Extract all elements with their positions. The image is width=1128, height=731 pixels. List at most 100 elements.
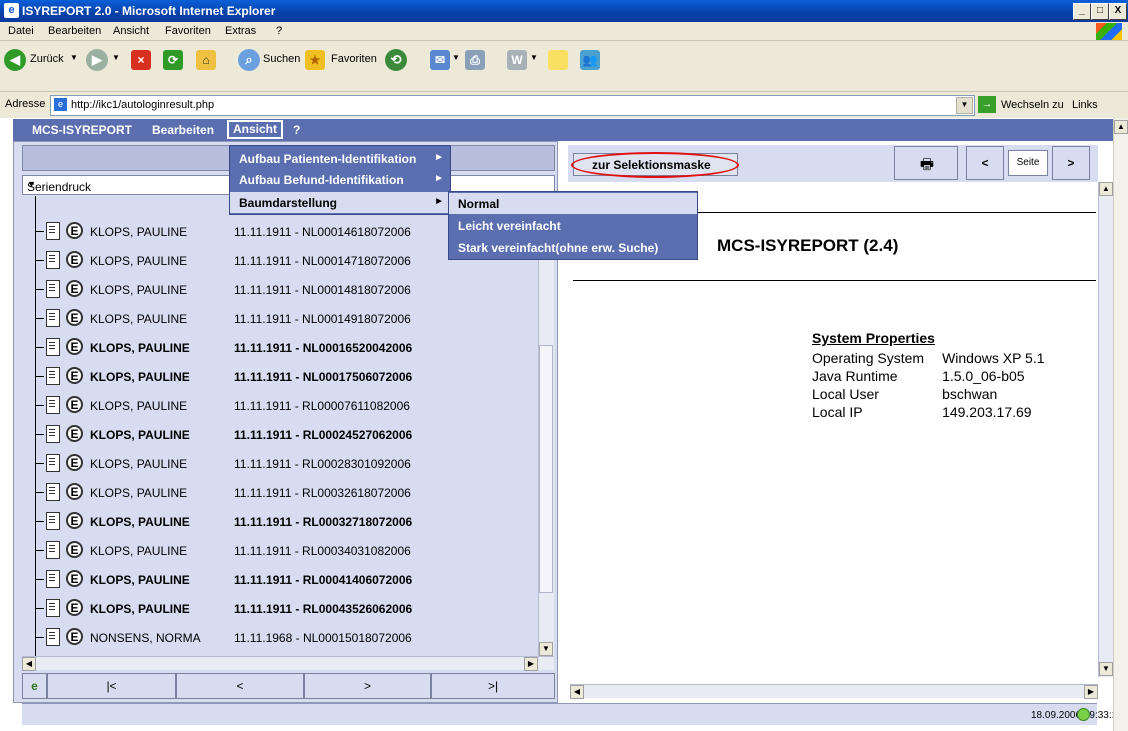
report-id[interactable]: 11.11.1911 - RL00024527062006 [234, 428, 412, 442]
status-e-icon[interactable]: E [66, 309, 83, 326]
first-record-button[interactable]: |< [47, 673, 176, 699]
document-icon[interactable] [46, 396, 60, 414]
tree-row[interactable]: E KLOPS, PAULINE 11.11.1911 - NL0001491807… [22, 307, 538, 331]
tree-row[interactable]: E KLOPS, PAULINE 11.11.1911 - NL0001652004… [22, 336, 538, 360]
menu-bearbeiten[interactable]: Bearbeiten [48, 25, 101, 37]
left-horizontal-scrollbar[interactable]: ◀ ▶ [22, 656, 554, 671]
status-e-icon[interactable]: E [66, 251, 83, 268]
status-e-icon[interactable]: E [66, 483, 83, 500]
refresh-icon[interactable]: ⟳ [163, 50, 183, 70]
report-id[interactable]: 11.11.1968 - NL00015018072006 [234, 631, 412, 645]
patient-name[interactable]: KLOPS, PAULINE [90, 283, 187, 297]
address-input[interactable]: e http://ikc1/autologinresult.php ▼ [50, 95, 975, 116]
menu-item-patient-identification[interactable]: Aufbau Patienten-Identifikation ► [230, 148, 450, 169]
patient-name[interactable]: KLOPS, PAULINE [90, 573, 190, 587]
document-icon[interactable] [46, 599, 60, 617]
document-icon[interactable] [46, 541, 60, 559]
patient-name[interactable]: KLOPS, PAULINE [90, 312, 187, 326]
status-e-icon[interactable]: E [66, 570, 83, 587]
report-id[interactable]: 11.11.1911 - NL00014618072006 [234, 225, 411, 239]
patient-name[interactable]: KLOPS, PAULINE [90, 341, 190, 355]
document-icon[interactable] [46, 367, 60, 385]
links-button[interactable]: Links [1072, 99, 1098, 111]
patient-name[interactable]: KLOPS, PAULINE [90, 544, 187, 558]
forward-arrow-icon[interactable]: ▶ [86, 49, 108, 71]
left-scroll-thumb[interactable] [539, 345, 553, 593]
right-vertical-scrollbar[interactable]: ▲ ▼ [1098, 182, 1113, 677]
report-id[interactable]: 11.11.1911 - RL00032718072006 [234, 515, 412, 529]
history-icon[interactable]: ⟲ [385, 49, 407, 71]
tree-row[interactable]: E KLOPS, PAULINE 11.11.1911 - RL0004140607… [22, 568, 538, 592]
scroll-right-arrow-icon[interactable]: ▶ [1084, 685, 1098, 699]
go-arrow-icon[interactable]: → [978, 96, 996, 113]
report-id[interactable]: 11.11.1911 - RL00041406072006 [234, 573, 412, 587]
back-arrow-icon[interactable]: ◀ [4, 49, 26, 71]
messenger-icon[interactable]: 👥 [580, 50, 600, 70]
document-icon[interactable] [46, 425, 60, 443]
address-dropdown-icon[interactable]: ▼ [956, 97, 973, 114]
maximize-button[interactable]: □ [1091, 3, 1109, 20]
scroll-up-arrow-icon[interactable]: ▲ [1114, 120, 1128, 134]
scroll-down-arrow-icon[interactable]: ▼ [1099, 662, 1113, 676]
document-icon[interactable] [46, 483, 60, 501]
edit-dropdown-icon[interactable]: ▼ [530, 53, 538, 62]
tree-row[interactable]: E KLOPS, PAULINE 11.11.1911 - NL0001750607… [22, 365, 538, 389]
status-e-icon[interactable]: E [66, 425, 83, 442]
edit-word-icon[interactable]: W [507, 50, 527, 70]
status-e-icon[interactable]: E [66, 599, 83, 616]
tree-row[interactable]: E KLOPS, PAULINE 11.11.1911 - RL0004352606… [22, 597, 538, 621]
right-horizontal-scrollbar[interactable]: ◀ ▶ [570, 684, 1098, 699]
refresh-small-icon[interactable]: e [22, 673, 47, 699]
patient-name[interactable]: KLOPS, PAULINE [90, 457, 187, 471]
search-icon[interactable]: ⌕ [238, 49, 260, 71]
report-id[interactable]: 11.11.1911 - NL00014918072006 [234, 312, 411, 326]
go-button[interactable]: Wechseln zu [1001, 99, 1064, 111]
menu-item-tree-view[interactable]: Baumdarstellung ► [230, 192, 450, 213]
next-record-button[interactable]: > [304, 673, 431, 699]
home-icon[interactable]: ⌂ [196, 50, 216, 70]
report-id[interactable]: 11.11.1911 - RL00034031082006 [234, 544, 411, 558]
report-id[interactable]: 11.11.1911 - RL00007611082006 [234, 399, 410, 413]
report-id[interactable]: 11.11.1911 - NL00016520042006 [234, 341, 412, 355]
tree-row[interactable]: E KLOPS, PAULINE 11.11.1911 - RL0002452706… [22, 423, 538, 447]
back-button[interactable]: Zurück [30, 53, 64, 65]
tree-row[interactable]: E KLOPS, PAULINE 11.11.1911 - RL0000761108… [22, 394, 538, 418]
status-e-icon[interactable]: E [66, 541, 83, 558]
mail-dropdown-icon[interactable]: ▼ [452, 53, 460, 62]
report-id[interactable]: 11.11.1911 - NL00017506072006 [234, 370, 412, 384]
app-menu-edit[interactable]: Bearbeiten [152, 123, 214, 137]
menu-ansicht[interactable]: Ansicht [113, 25, 149, 37]
document-icon[interactable] [46, 280, 60, 298]
document-icon[interactable] [46, 338, 60, 356]
document-icon[interactable] [46, 309, 60, 327]
scroll-up-arrow-icon[interactable]: ▲ [1099, 182, 1113, 196]
tree-row[interactable]: E KLOPS, PAULINE 11.11.1911 - NL0001481807… [22, 278, 538, 302]
document-icon[interactable] [46, 628, 60, 646]
patient-name[interactable]: KLOPS, PAULINE [90, 225, 187, 239]
document-icon[interactable] [46, 570, 60, 588]
tree-row[interactable]: E KLOPS, PAULINE 11.11.1911 - RL0003261807… [22, 481, 538, 505]
document-icon[interactable] [46, 512, 60, 530]
stop-icon[interactable]: × [131, 50, 151, 70]
last-record-button[interactable]: >| [431, 673, 555, 699]
document-icon[interactable] [46, 222, 60, 240]
tree-row[interactable]: E KLOPS, PAULINE 11.11.1911 - RL0003271807… [22, 510, 538, 534]
scroll-right-arrow-icon[interactable]: ▶ [524, 657, 538, 671]
search-button[interactable]: Suchen [263, 53, 300, 65]
print-button[interactable]: 🖶 [894, 146, 958, 180]
folder-icon[interactable] [548, 50, 568, 70]
submenu-item-normal[interactable]: Normal [449, 193, 697, 214]
report-id[interactable]: 11.11.1911 - RL00032618072006 [234, 486, 411, 500]
menu-datei[interactable]: Datei [8, 25, 34, 37]
print-toolbar-icon[interactable]: ⎙ [465, 50, 485, 70]
menu-extras[interactable]: Extras [225, 25, 256, 37]
report-id[interactable]: 11.11.1911 - RL00043526062006 [234, 602, 412, 616]
patient-name[interactable]: KLOPS, PAULINE [90, 399, 187, 413]
patient-name[interactable]: KLOPS, PAULINE [90, 602, 190, 616]
scroll-down-arrow-icon[interactable]: ▼ [539, 642, 553, 656]
report-id[interactable]: 11.11.1911 - NL00014818072006 [234, 283, 411, 297]
status-e-icon[interactable]: E [66, 280, 83, 297]
status-e-icon[interactable]: E [66, 367, 83, 384]
submenu-item-strongly-simplified[interactable]: Stark vereinfacht(ohne erw. Suche) [449, 237, 697, 258]
patient-name[interactable]: KLOPS, PAULINE [90, 370, 190, 384]
